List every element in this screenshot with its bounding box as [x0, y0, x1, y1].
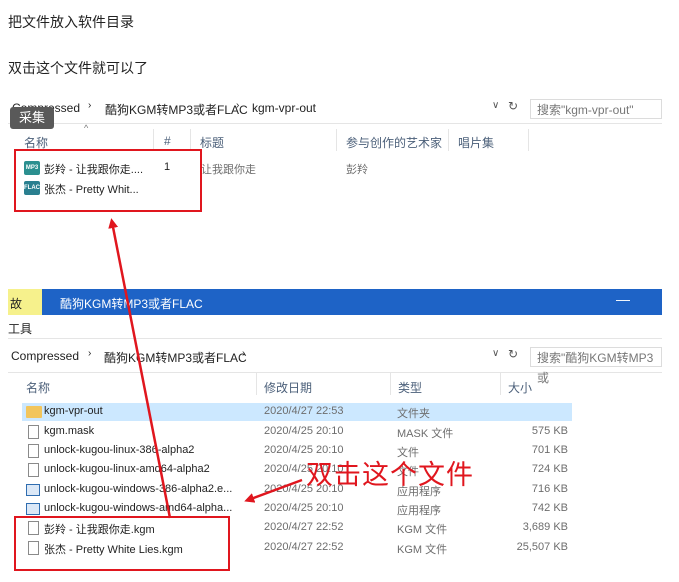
arrow-left — [244, 478, 303, 503]
arrow-up — [108, 218, 172, 519]
annotation-arrows — [108, 218, 303, 519]
